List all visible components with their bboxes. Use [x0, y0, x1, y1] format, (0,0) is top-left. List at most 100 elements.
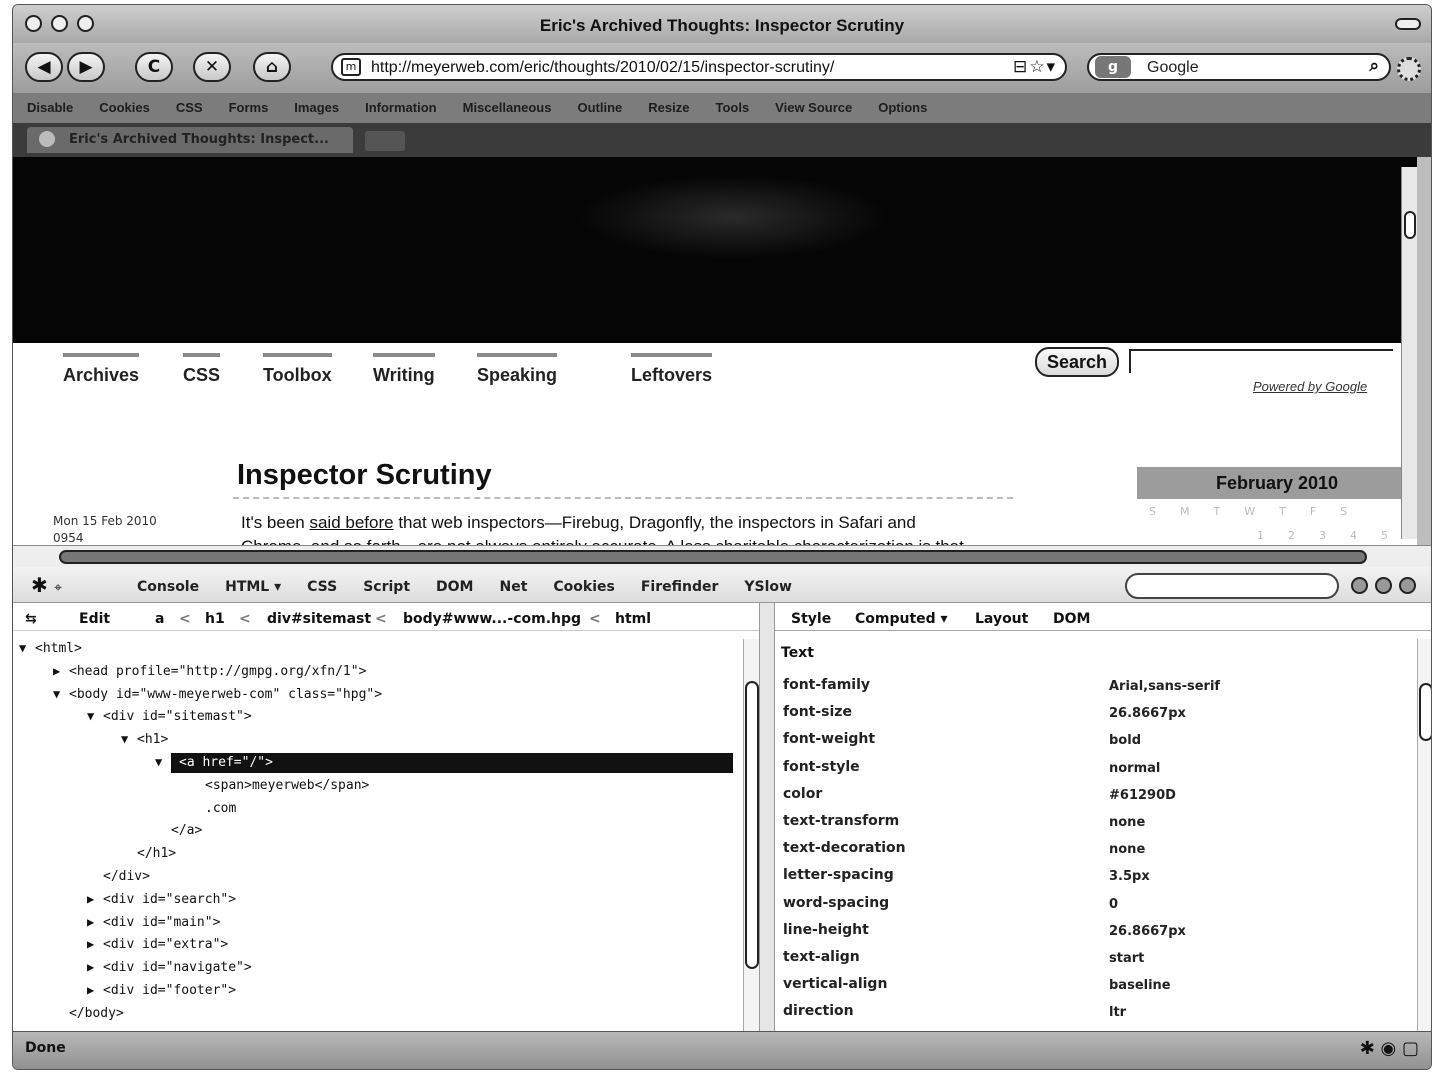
page-horizontal-scrollbar[interactable]: [13, 545, 1431, 567]
search-input[interactable]: Google: [1147, 59, 1199, 77]
expand-twisty-icon[interactable]: ▶: [87, 892, 94, 906]
expand-twisty-icon[interactable]: ▶: [53, 664, 60, 678]
nav-toolbox[interactable]: Toolbox: [263, 353, 332, 386]
expand-twisty-icon[interactable]: ▶: [87, 983, 94, 997]
property-value[interactable]: #61290D: [1109, 788, 1176, 803]
dev-menu-item[interactable]: Forms: [229, 100, 269, 115]
nav-leftovers[interactable]: Leftovers: [631, 353, 713, 386]
firebug-tab[interactable]: YSlow: [744, 579, 792, 595]
firebug-tab[interactable]: Script: [363, 579, 410, 595]
property-value[interactable]: 26.8667px: [1109, 706, 1186, 721]
tree-node[interactable]: </body>: [69, 1004, 124, 1024]
tab-style[interactable]: Style: [791, 611, 831, 627]
tree-node[interactable]: <div id="navigate">: [103, 958, 252, 978]
calendar-date[interactable]: 4: [1350, 529, 1357, 542]
tab-dom[interactable]: DOM: [1053, 611, 1090, 627]
google-engine-icon[interactable]: g: [1095, 56, 1131, 78]
tree-node[interactable]: <div id="search">: [103, 890, 236, 910]
dev-menu-item[interactable]: Information: [365, 100, 437, 115]
dev-menu-item[interactable]: Images: [294, 100, 339, 115]
collapse-twisty-icon[interactable]: ▼: [53, 687, 60, 701]
side-scroll-thumb[interactable]: [1419, 683, 1431, 741]
calendar-date[interactable]: 3: [1319, 529, 1326, 542]
tree-node-selected[interactable]: <a href="/">: [171, 753, 733, 773]
collapse-twisty-icon[interactable]: ▼: [19, 641, 26, 655]
url-bar[interactable]: m http://meyerweb.com/eric/thoughts/2010…: [331, 53, 1067, 81]
firebug-minimize-button[interactable]: [1351, 577, 1368, 594]
url-text[interactable]: http://meyerweb.com/eric/thoughts/2010/0…: [371, 59, 834, 77]
tree-node[interactable]: </div>: [103, 867, 150, 887]
dev-menu-item[interactable]: Resize: [648, 100, 689, 115]
tab-computed[interactable]: Computed ▾: [855, 611, 948, 627]
calendar-date[interactable]: 2: [1288, 529, 1295, 542]
back-button[interactable]: ◀: [25, 52, 63, 82]
crumb-sitemast[interactable]: div#sitemast: [267, 611, 371, 627]
tree-node[interactable]: <body id="www-meyerweb-com" class="hpg">: [69, 685, 382, 705]
tree-node[interactable]: </h1>: [137, 844, 176, 864]
nav-writing[interactable]: Writing: [373, 353, 435, 386]
property-value[interactable]: Arial,sans-serif: [1109, 679, 1220, 694]
firebug-search-input[interactable]: [1125, 573, 1339, 599]
edit-button[interactable]: Edit: [79, 611, 110, 627]
expand-twisty-icon[interactable]: ▶: [87, 915, 94, 929]
property-value[interactable]: bold: [1109, 733, 1141, 748]
dev-menu-item[interactable]: Disable: [27, 100, 73, 115]
said-before-link[interactable]: said before: [309, 513, 393, 532]
crumb-h1[interactable]: h1: [205, 611, 225, 627]
calendar-date[interactable]: 5: [1381, 529, 1388, 542]
dev-menu-item[interactable]: Options: [878, 100, 927, 115]
nav-css[interactable]: CSS: [183, 353, 221, 386]
tree-node[interactable]: .com: [205, 799, 236, 819]
property-value[interactable]: normal: [1109, 761, 1160, 776]
horizontal-scroll-thumb[interactable]: [59, 550, 1367, 564]
reload-button[interactable]: C: [135, 52, 173, 82]
firebug-detach-button[interactable]: [1375, 577, 1392, 594]
property-value[interactable]: 26.8667px: [1109, 924, 1186, 939]
calendar-date[interactable]: 1: [1257, 529, 1264, 542]
tree-node[interactable]: </a>: [171, 821, 202, 841]
firebug-tab[interactable]: CSS: [307, 579, 337, 595]
tree-node[interactable]: <div id="extra">: [103, 935, 228, 955]
page-scroll-thumb[interactable]: [1404, 211, 1416, 239]
panel-splitter[interactable]: [759, 603, 775, 1031]
toolbar-toggle-button[interactable]: [1395, 18, 1421, 30]
property-value[interactable]: none: [1109, 842, 1145, 857]
dev-menu-item[interactable]: CSS: [176, 100, 203, 115]
tree-node[interactable]: <span>meyerweb</span>: [205, 776, 369, 796]
dev-menu-item[interactable]: Tools: [715, 100, 749, 115]
property-value[interactable]: 3.5px: [1109, 869, 1150, 884]
new-tab-button[interactable]: [365, 131, 405, 151]
nav-speaking[interactable]: Speaking: [477, 353, 558, 386]
dev-menu-item[interactable]: Cookies: [99, 100, 150, 115]
firebug-status-icon[interactable]: ✱ ◉ ▢: [1360, 1038, 1419, 1059]
expand-twisty-icon[interactable]: ▶: [87, 937, 94, 951]
property-value[interactable]: start: [1109, 951, 1144, 966]
firebug-close-button[interactable]: [1399, 577, 1416, 594]
site-search-input[interactable]: [1129, 349, 1393, 373]
dev-menu-item[interactable]: Outline: [577, 100, 622, 115]
firebug-tab[interactable]: Console: [137, 579, 199, 595]
inspect-icon[interactable]: ⌖: [54, 580, 62, 596]
tree-node[interactable]: <div id="sitemast">: [103, 707, 252, 727]
tree-node[interactable]: <html>: [35, 639, 82, 659]
firebug-tab[interactable]: Cookies: [553, 579, 614, 595]
nav-archives[interactable]: Archives: [63, 353, 140, 386]
collapse-twisty-icon[interactable]: ▼: [87, 709, 94, 723]
stop-button[interactable]: ✕: [193, 52, 231, 82]
rss-bookmark-icons[interactable]: ⊟☆▾: [1013, 57, 1057, 77]
firebug-tab[interactable]: DOM: [436, 579, 473, 595]
expand-twisty-icon[interactable]: ▶: [87, 960, 94, 974]
search-box[interactable]: g Google ⌕: [1087, 53, 1391, 81]
collapse-twisty-icon[interactable]: ▼: [155, 755, 162, 769]
page-vertical-scrollbar[interactable]: [1401, 167, 1417, 539]
html-scroll-thumb[interactable]: [745, 681, 759, 969]
crumb-a[interactable]: a: [155, 611, 164, 627]
home-button[interactable]: ⌂: [253, 52, 291, 82]
forward-button[interactable]: ▶: [67, 52, 105, 82]
search-icon[interactable]: ⌕: [1369, 56, 1379, 76]
property-value[interactable]: baseline: [1109, 978, 1171, 993]
crumb-html[interactable]: html: [615, 611, 651, 627]
dev-menu-item[interactable]: Miscellaneous: [463, 100, 552, 115]
property-value[interactable]: ltr: [1109, 1005, 1126, 1020]
html-panel-scrollbar[interactable]: [743, 639, 759, 1031]
